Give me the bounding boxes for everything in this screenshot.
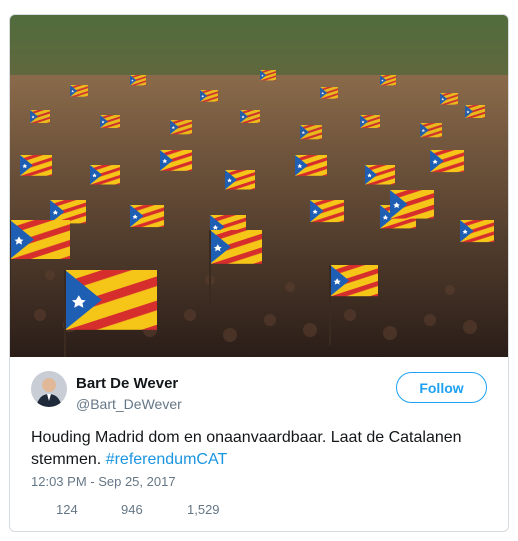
author-avatar[interactable]: [31, 371, 67, 407]
like-count[interactable]: 1,529: [187, 502, 220, 517]
tweet-card: Bart De Wever @Bart_DeWever Follow Houdi…: [9, 14, 509, 532]
tweet-text: Houding Madrid dom en onaanvaardbaar. La…: [31, 427, 491, 471]
author-name[interactable]: Bart De Wever: [76, 375, 178, 392]
follow-button[interactable]: Follow: [396, 372, 487, 403]
retweet-count[interactable]: 946: [121, 502, 143, 517]
tweet-photo[interactable]: [10, 15, 508, 357]
tweet-author-row: Bart De Wever @Bart_DeWever Follow: [10, 357, 508, 427]
reply-count[interactable]: 124: [56, 502, 78, 517]
author-handle[interactable]: @Bart_DeWever: [76, 396, 182, 412]
tweet-timestamp[interactable]: 12:03 PM - Sep 25, 2017: [31, 474, 176, 489]
tweet-body: Houding Madrid dom en onaanvaardbaar. La…: [31, 429, 462, 468]
crowd-with-flags-image: [10, 15, 508, 357]
hashtag-link[interactable]: #referendumCAT: [106, 451, 228, 468]
tweet-stats: 124 946 1,529: [10, 502, 508, 522]
avatar-portrait-icon: [31, 371, 67, 407]
